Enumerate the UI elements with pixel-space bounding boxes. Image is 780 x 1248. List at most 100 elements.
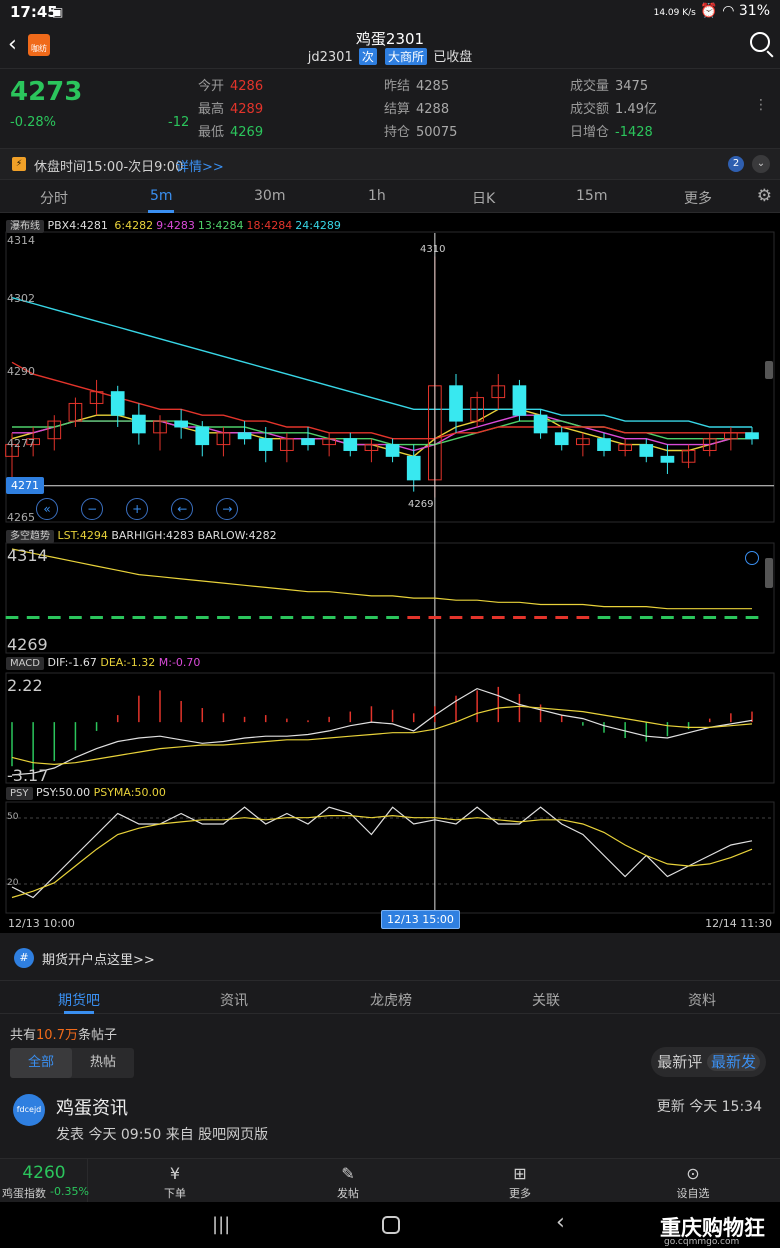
section-tab[interactable]: 资讯 xyxy=(220,990,248,1010)
quote-field: 成交额 1.49亿 xyxy=(570,98,657,117)
status-bar: 17:45 ▣ 14.09 K/s ⏰ ◠ 31% xyxy=(0,0,780,26)
hash-icon: # xyxy=(14,948,34,968)
period-tab[interactable]: 更多 xyxy=(684,188,712,208)
notice-count-badge[interactable]: 2 xyxy=(728,156,744,172)
side-handle[interactable] xyxy=(765,558,773,588)
post-updated: 更新 今天 15:34 xyxy=(656,1099,762,1115)
quote-field-label: 最低 xyxy=(198,125,225,140)
nav-more[interactable]: ⊞ 更多 xyxy=(490,1163,550,1201)
section-tab[interactable]: 期货吧 xyxy=(58,990,100,1010)
chart-canvas[interactable] xyxy=(0,213,780,933)
candle-body xyxy=(597,438,611,451)
time-start: 12/13 10:00 xyxy=(8,917,75,930)
change-value: -12 xyxy=(168,115,190,130)
contract-subtitle: jd2301 次 大商所 已收盘 xyxy=(0,46,780,65)
trend-bottom: 4269 xyxy=(7,635,48,654)
index-quote[interactable]: 4260 鸡蛋指数 -0.35% xyxy=(0,1159,89,1203)
trend-bar xyxy=(174,616,188,619)
zoom-in-icon[interactable]: + xyxy=(126,498,149,520)
trend-indicator-button[interactable]: 多空趋势 xyxy=(6,530,54,543)
section-tab[interactable]: 龙虎榜 xyxy=(370,990,412,1010)
trend-bar xyxy=(555,616,569,619)
section-tab[interactable]: 资料 xyxy=(688,990,716,1010)
notice-detail-link[interactable]: 详情>> xyxy=(176,156,224,175)
time-end: 12/14 11:30 xyxy=(705,917,772,930)
candle-body xyxy=(343,438,358,451)
candle-body xyxy=(301,438,315,446)
trend-bar xyxy=(195,616,209,619)
quote-field-value: 4289 xyxy=(230,102,264,117)
status-right: 14.09 K/s ⏰ ◠ 31% xyxy=(654,3,770,19)
chart-area[interactable]: 瀑布线 PBX4:4281 6:4282 9:4283 13:4284 18:4284… xyxy=(0,213,780,933)
search-icon[interactable] xyxy=(750,32,774,58)
scroll-right-icon[interactable]: → xyxy=(216,498,239,520)
candle-body xyxy=(174,420,188,428)
sort-toggle: 最新评 最新发 xyxy=(651,1047,766,1077)
pane-frame xyxy=(5,542,775,654)
period-tab[interactable]: 5m xyxy=(150,188,173,204)
main-indicator-button[interactable]: 瀑布线 xyxy=(6,220,44,233)
period-tab[interactable]: 日K xyxy=(472,188,495,208)
post-title[interactable]: 鸡蛋资讯 xyxy=(56,1094,128,1120)
candle-body xyxy=(745,432,759,440)
more-vertical-icon[interactable]: ⋮ xyxy=(754,97,768,113)
pbx-item: 9:4283 xyxy=(156,219,195,232)
main-y-tick: 4277 xyxy=(7,437,35,450)
recent-apps-icon[interactable]: ||| xyxy=(212,1214,230,1235)
zoom-out-icon[interactable]: − xyxy=(81,498,104,520)
period-tab[interactable]: 30m xyxy=(254,188,285,204)
trend-bar xyxy=(5,616,19,619)
candle-body xyxy=(385,444,400,457)
alarm-icon: ⏰ xyxy=(700,3,718,19)
quote-field-value: 1.49亿 xyxy=(615,102,657,117)
psy-top: 50 xyxy=(7,812,19,822)
index-price: 4260 xyxy=(22,1163,66,1183)
collapse-icon[interactable]: « xyxy=(36,498,58,520)
index-pct: -0.35% xyxy=(50,1185,89,1198)
pbx-items: 6:4282 9:4283 13:4284 18:4284 24:4289 xyxy=(111,219,341,232)
quote-field-label: 结算 xyxy=(384,102,411,117)
pane-frame xyxy=(5,672,775,784)
refresh-icon[interactable] xyxy=(745,551,759,565)
period-tab[interactable]: 15m xyxy=(576,188,607,204)
image-icon: ▣ xyxy=(52,5,64,19)
period-tab[interactable]: 1h xyxy=(368,188,386,204)
macd-indicator-label: MACD DIF:-1.67 DEA:-1.32 M:-0.70 xyxy=(6,656,200,670)
nav-post[interactable]: ✎ 发帖 xyxy=(318,1163,378,1201)
chevron-down-icon[interactable]: ⌄ xyxy=(752,155,770,173)
macd-indicator-button[interactable]: MACD xyxy=(6,657,44,670)
candle-body xyxy=(639,444,654,457)
nav-order[interactable]: ¥ 下单 xyxy=(145,1163,205,1201)
filter-hot[interactable]: 热帖 xyxy=(72,1048,134,1078)
chart-controls: « − + ← → xyxy=(36,498,256,520)
gear-icon[interactable]: ⚙ xyxy=(757,186,772,206)
quote-field-label: 最高 xyxy=(198,102,225,117)
trend-bar xyxy=(280,616,294,619)
sort-latest-post[interactable]: 最新发 xyxy=(706,1053,760,1071)
pane-frame xyxy=(5,801,775,914)
side-handle-main[interactable] xyxy=(765,361,773,379)
avatar[interactable]: fdcejd xyxy=(13,1094,45,1126)
promo-text[interactable]: 期货开户点这里>> xyxy=(42,949,155,968)
filter-all[interactable]: 全部 xyxy=(10,1048,72,1078)
psy-line xyxy=(11,814,753,899)
pbx-label: PBX4:4281 xyxy=(47,219,108,232)
trend-bar xyxy=(217,616,230,619)
quote-field-label: 成交量 xyxy=(570,79,610,94)
promo-bar[interactable]: # 期货开户点这里>> xyxy=(0,938,780,978)
back-icon[interactable]: ‹ xyxy=(556,1210,565,1235)
section-tab[interactable]: 关联 xyxy=(532,990,560,1010)
quote-field: 最高 4289 xyxy=(198,98,263,117)
sort-latest-reply[interactable]: 最新评 xyxy=(657,1053,702,1071)
nav-watchlist[interactable]: ⊙ 设自选 xyxy=(663,1163,723,1201)
scroll-left-icon[interactable]: ← xyxy=(171,498,194,520)
main-indicator-label: 瀑布线 PBX4:4281 6:4282 9:4283 13:4284 18:4284… xyxy=(6,217,341,233)
candle-body xyxy=(533,414,548,434)
psy-indicator-button[interactable]: PSY xyxy=(6,787,33,800)
home-icon[interactable] xyxy=(382,1216,400,1234)
candle-body xyxy=(195,426,210,446)
candle-body xyxy=(449,385,463,422)
period-tab[interactable]: 分时 xyxy=(40,188,68,208)
trend-bar xyxy=(69,616,82,619)
trend-bar xyxy=(449,616,463,619)
